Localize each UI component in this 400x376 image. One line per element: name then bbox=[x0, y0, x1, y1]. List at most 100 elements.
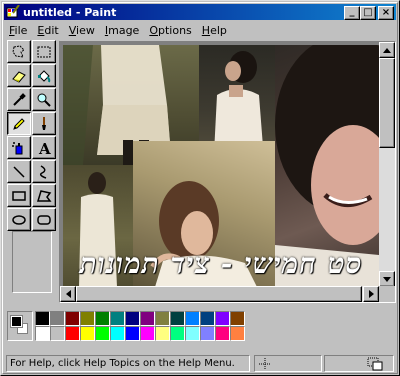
eraser-icon bbox=[12, 70, 26, 83]
menu-view-label: iew bbox=[76, 23, 95, 37]
color-swatch[interactable] bbox=[140, 311, 155, 326]
tool-brush[interactable] bbox=[32, 112, 56, 135]
cursor-position-icon bbox=[259, 358, 271, 370]
color-swatch[interactable] bbox=[35, 311, 50, 326]
ellipse-icon bbox=[12, 214, 26, 225]
color-swatch[interactable] bbox=[65, 311, 80, 326]
color-swatch[interactable] bbox=[110, 311, 125, 326]
color-swatch[interactable] bbox=[125, 326, 140, 341]
color-swatch[interactable] bbox=[185, 311, 200, 326]
menu-options[interactable]: Options bbox=[144, 24, 196, 37]
color-swatch[interactable] bbox=[170, 326, 185, 341]
scroll-up-button[interactable] bbox=[379, 42, 395, 58]
menu-options-label: ptions bbox=[158, 23, 192, 37]
color-picker-icon bbox=[13, 92, 26, 106]
arrow-left-icon bbox=[65, 290, 71, 298]
minimize-icon: _ bbox=[349, 6, 355, 17]
maximize-icon: □ bbox=[363, 7, 373, 18]
tool-rectangle[interactable] bbox=[7, 184, 31, 207]
magnifier-icon bbox=[37, 93, 51, 107]
status-cursor-position bbox=[254, 355, 322, 372]
tool-pencil[interactable] bbox=[7, 112, 31, 135]
color-swatch[interactable] bbox=[50, 326, 65, 341]
color-swatch[interactable] bbox=[95, 326, 110, 341]
menu-file[interactable]: File bbox=[4, 24, 32, 37]
horizontal-scroll-thumb[interactable] bbox=[76, 286, 362, 302]
color-swatch[interactable] bbox=[140, 326, 155, 341]
color-swatch[interactable] bbox=[185, 326, 200, 341]
tool-ellipse[interactable] bbox=[7, 208, 31, 231]
tool-eraser[interactable] bbox=[7, 64, 31, 87]
color-swatch[interactable] bbox=[200, 326, 215, 341]
tool-free-form-select[interactable] bbox=[7, 40, 31, 63]
color-swatch[interactable] bbox=[155, 326, 170, 341]
color-swatch[interactable] bbox=[155, 311, 170, 326]
status-help-text: For Help, click Help Topics on the Help … bbox=[6, 355, 250, 372]
color-swatch[interactable] bbox=[35, 326, 50, 341]
menu-edit[interactable]: Edit bbox=[32, 24, 63, 37]
color-swatch[interactable] bbox=[125, 311, 140, 326]
color-box bbox=[4, 307, 396, 351]
menu-bar: File Edit View Image Options Help bbox=[4, 21, 396, 39]
menu-help-label: elp bbox=[210, 23, 227, 37]
tool-polygon[interactable] bbox=[32, 184, 56, 207]
pencil-icon bbox=[13, 117, 25, 130]
vertical-scroll-thumb[interactable] bbox=[379, 58, 395, 148]
tool-line[interactable] bbox=[7, 160, 31, 183]
window-title: untitled - Paint bbox=[23, 5, 117, 19]
tool-curve[interactable] bbox=[32, 160, 56, 183]
svg-text:A: A bbox=[38, 140, 51, 156]
color-swatch[interactable] bbox=[80, 311, 95, 326]
menu-view[interactable]: View bbox=[64, 24, 100, 37]
scroll-right-button[interactable] bbox=[363, 286, 379, 302]
scroll-left-button[interactable] bbox=[60, 286, 76, 302]
rectangle-icon bbox=[12, 190, 26, 201]
color-swatch[interactable] bbox=[65, 326, 80, 341]
color-swatch[interactable] bbox=[215, 326, 230, 341]
scroll-down-button[interactable] bbox=[379, 271, 395, 287]
paint-app-icon bbox=[6, 4, 20, 19]
arrow-up-icon bbox=[383, 47, 391, 53]
drawing-canvas[interactable]: סט חמישי - ציד תמונות bbox=[63, 45, 379, 287]
color-swatch[interactable] bbox=[230, 311, 245, 326]
color-swatch[interactable] bbox=[110, 326, 125, 341]
canvas-area: סט חמישי - ציד תמונות bbox=[59, 41, 396, 303]
tool-options-box[interactable] bbox=[12, 231, 52, 293]
tool-airbrush[interactable] bbox=[7, 136, 31, 159]
tool-box: A bbox=[4, 39, 58, 299]
vertical-scrollbar[interactable] bbox=[379, 42, 395, 287]
close-button[interactable]: × bbox=[378, 6, 394, 20]
color-swatch[interactable] bbox=[200, 311, 215, 326]
rectangle-select-icon bbox=[37, 46, 51, 57]
arrow-down-icon bbox=[383, 276, 391, 282]
tool-text[interactable]: A bbox=[32, 136, 56, 159]
color-swatch[interactable] bbox=[215, 311, 230, 326]
free-form-select-icon bbox=[12, 44, 25, 58]
minimize-button[interactable]: _ bbox=[344, 6, 360, 20]
selection-size-icon bbox=[367, 357, 383, 371]
tool-rectangle-select[interactable] bbox=[32, 40, 56, 63]
fill-bucket-icon bbox=[38, 69, 51, 82]
tool-rounded-rectangle[interactable] bbox=[32, 208, 56, 231]
close-icon: × bbox=[381, 7, 391, 18]
palette-swatches bbox=[35, 311, 245, 341]
title-bar[interactable]: untitled - Paint _ □ × bbox=[4, 4, 396, 20]
color-swatch[interactable] bbox=[170, 311, 185, 326]
color-swatch[interactable] bbox=[50, 311, 65, 326]
brush-icon bbox=[42, 116, 46, 130]
polygon-icon bbox=[36, 189, 52, 202]
color-swatch[interactable] bbox=[95, 311, 110, 326]
tool-fill[interactable] bbox=[32, 64, 56, 87]
tool-pick-color[interactable] bbox=[7, 88, 31, 111]
maximize-button[interactable]: □ bbox=[360, 6, 376, 20]
text-icon: A bbox=[38, 140, 51, 156]
color-swatch[interactable] bbox=[230, 326, 245, 341]
tool-magnifier[interactable] bbox=[32, 88, 56, 111]
menu-image[interactable]: Image bbox=[100, 24, 144, 37]
menu-image-label: mage bbox=[108, 23, 140, 37]
menu-help[interactable]: Help bbox=[197, 24, 232, 37]
current-colors[interactable] bbox=[7, 311, 33, 341]
scrollbar-corner bbox=[379, 286, 395, 302]
horizontal-scrollbar[interactable] bbox=[60, 286, 379, 302]
color-swatch[interactable] bbox=[80, 326, 95, 341]
